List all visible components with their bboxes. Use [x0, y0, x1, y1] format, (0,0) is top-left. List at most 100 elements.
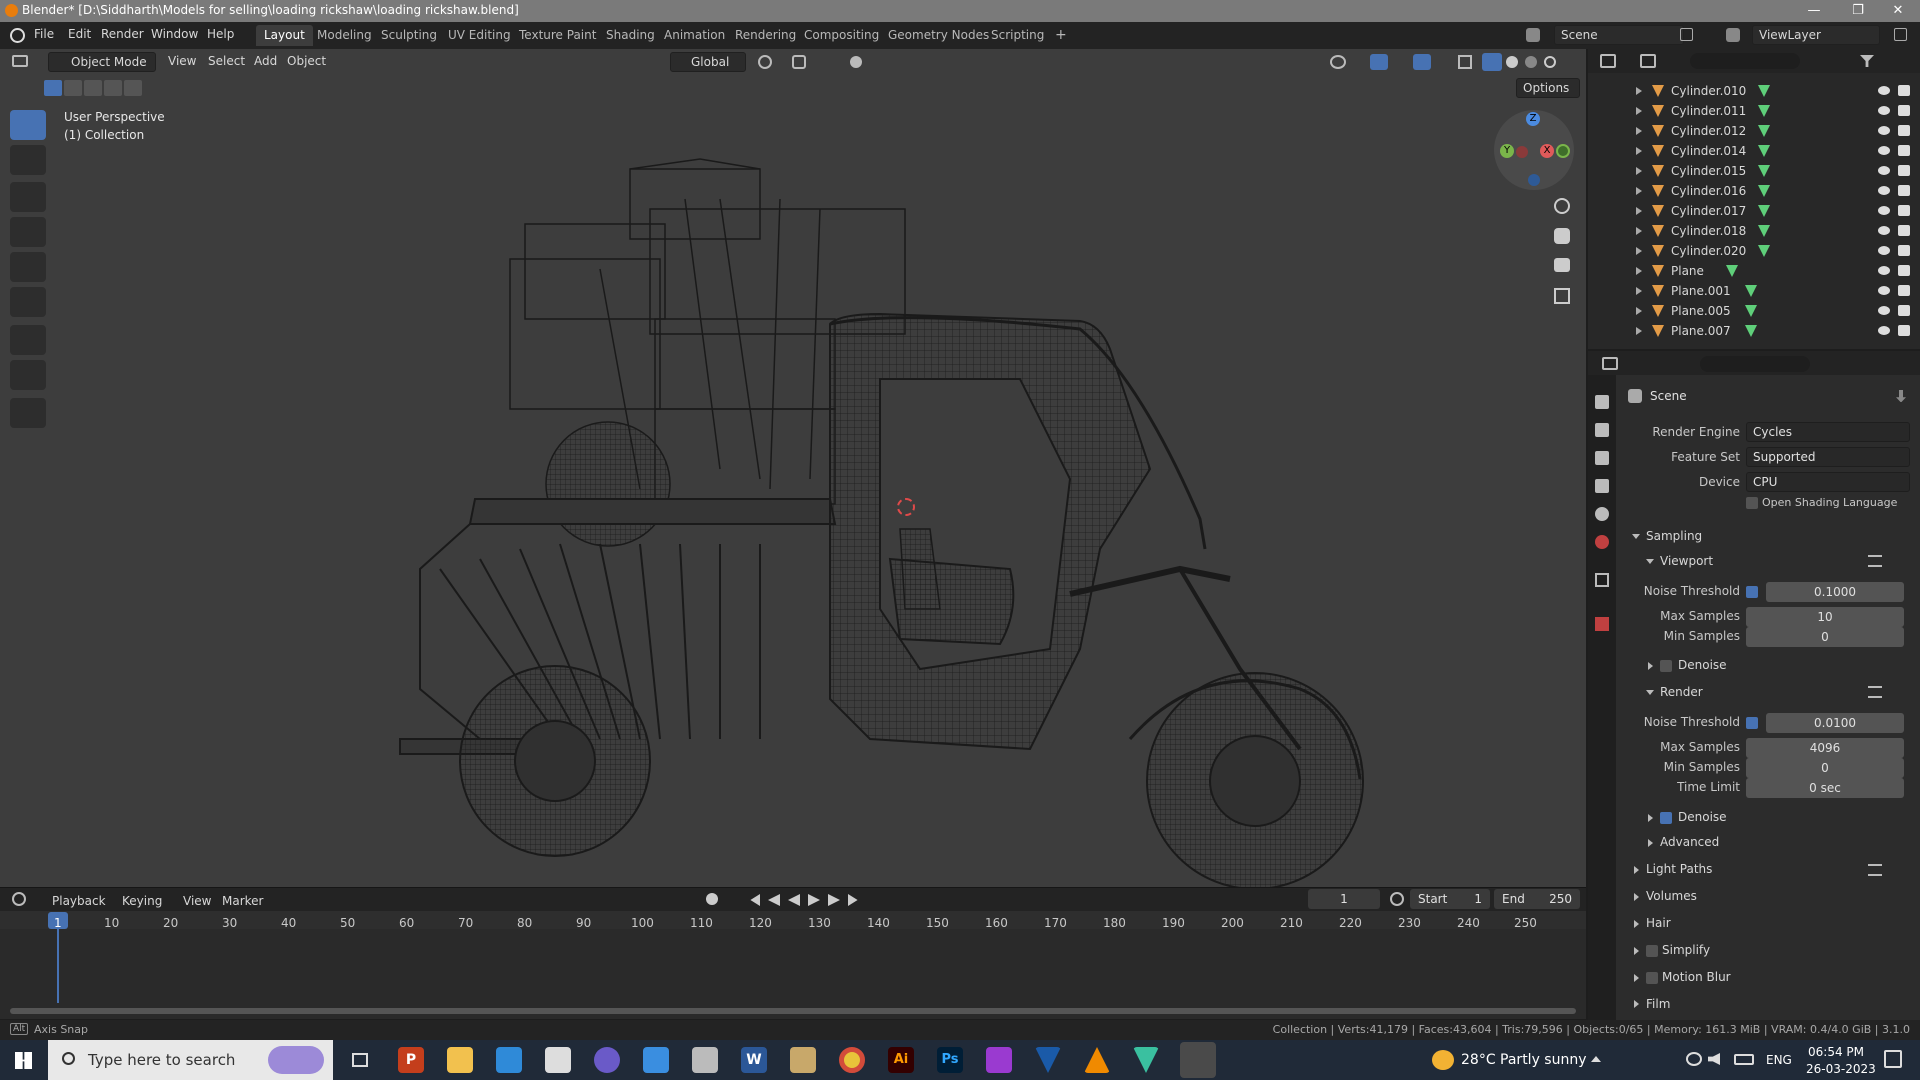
r-noise-threshold-field[interactable]: 0.0100 [1766, 713, 1904, 733]
blender-menu-icon[interactable] [10, 28, 25, 43]
tool-tab-icon[interactable] [1595, 395, 1609, 409]
gizmo-neg-y-icon[interactable] [1556, 144, 1570, 158]
osl-checkbox[interactable] [1746, 497, 1758, 509]
tab-sculpting[interactable]: Sculpting [373, 25, 445, 46]
eye-icon[interactable] [1878, 266, 1890, 275]
play-reverse-icon[interactable] [788, 894, 800, 906]
expand-chevron-icon[interactable] [1636, 267, 1642, 275]
menu-keying[interactable]: Keying [122, 894, 162, 908]
navigation-gizmo[interactable]: Z Y X [1494, 110, 1574, 190]
motion-blur-section-header[interactable]: Motion Blur [1662, 970, 1731, 984]
outliner-row[interactable]: Cylinder.015 [1588, 161, 1920, 181]
vp-min-samples-field[interactable]: 0 [1746, 627, 1904, 647]
camera-render-icon[interactable] [1898, 265, 1910, 276]
task-view-icon[interactable] [352, 1053, 368, 1067]
viewlayer-selector[interactable]: ViewLayer [1752, 25, 1880, 45]
wireframe-shading-icon[interactable] [1482, 53, 1502, 71]
advanced-section-header[interactable]: Advanced [1660, 835, 1719, 849]
next-keyframe-icon[interactable] [828, 894, 840, 906]
device-dropdown[interactable]: CPU [1746, 472, 1910, 492]
frame-start-field[interactable]: Start 1 [1410, 889, 1490, 909]
tab-geometry-nodes[interactable]: Geometry Nodes [880, 25, 997, 46]
outliner-row[interactable]: Cylinder.011 [1588, 101, 1920, 121]
word-taskbar-icon[interactable]: W [741, 1047, 767, 1073]
snap-icon[interactable] [792, 55, 806, 69]
windows-start-icon[interactable] [15, 1052, 32, 1069]
eye-icon[interactable] [1878, 326, 1890, 335]
presets-list-icon[interactable] [1868, 555, 1882, 567]
camera-render-icon[interactable] [1898, 285, 1910, 296]
options-dropdown[interactable]: Options [1516, 78, 1580, 98]
properties-search-icon[interactable] [1700, 356, 1810, 372]
menu-edit[interactable]: Edit [68, 27, 91, 41]
tab-compositing[interactable]: Compositing [796, 25, 887, 46]
close-button[interactable]: ✕ [1876, 0, 1920, 22]
outliner-row[interactable]: Plane.001 [1588, 281, 1920, 301]
eye-icon[interactable] [1878, 166, 1890, 175]
gizmo-neg-x-icon[interactable] [1516, 146, 1528, 158]
simplify-section-header[interactable]: Simplify [1662, 943, 1710, 957]
menu-timeline-view[interactable]: View [183, 894, 211, 908]
camera-render-icon[interactable] [1898, 245, 1910, 256]
transform-tool[interactable] [10, 287, 46, 317]
wifi-icon[interactable] [1686, 1052, 1702, 1066]
menu-window[interactable]: Window [151, 27, 198, 41]
annotate-tool[interactable] [10, 325, 46, 355]
r-denoise-checkbox[interactable] [1660, 812, 1672, 824]
output-tab-icon[interactable] [1595, 451, 1609, 465]
presets-list-icon[interactable] [1868, 686, 1882, 698]
mail-taskbar-icon[interactable] [496, 1047, 522, 1073]
move-tool[interactable] [10, 182, 46, 212]
expand-chevron-icon[interactable] [1636, 147, 1642, 155]
camera-render-icon[interactable] [1898, 185, 1910, 196]
select-invert-icon[interactable] [104, 80, 122, 96]
outliner-row[interactable]: Cylinder.016 [1588, 181, 1920, 201]
eye-icon[interactable] [1878, 86, 1890, 95]
eye-icon[interactable] [1878, 246, 1890, 255]
properties-editor-type-icon[interactable] [1602, 357, 1618, 370]
camera-render-icon[interactable] [1898, 145, 1910, 156]
current-frame-field[interactable]: 1 [1308, 889, 1380, 909]
eye-icon[interactable] [1878, 226, 1890, 235]
gizmo-x-label[interactable]: X [1540, 144, 1554, 158]
blender-taskbar-icon[interactable] [1180, 1042, 1216, 1078]
volumes-section-header[interactable]: Volumes [1646, 889, 1697, 903]
pan-hand-icon[interactable] [1554, 228, 1570, 244]
expand-chevron-icon[interactable] [1636, 287, 1642, 295]
r-min-samples-field[interactable]: 0 [1746, 758, 1904, 778]
presets-list-icon[interactable] [1868, 864, 1882, 876]
expand-chevron-icon[interactable] [1636, 167, 1642, 175]
tab-rendering[interactable]: Rendering [727, 25, 804, 46]
play-icon[interactable] [808, 894, 820, 906]
select-subtract-icon[interactable] [84, 80, 102, 96]
menu-select[interactable]: Select [208, 54, 245, 68]
feature-set-dropdown[interactable]: Supported [1746, 447, 1910, 467]
minimize-button[interactable]: — [1792, 0, 1836, 22]
menu-view[interactable]: View [168, 54, 196, 68]
light-paths-section-header[interactable]: Light Paths [1646, 862, 1712, 876]
camera-render-icon[interactable] [1898, 125, 1910, 136]
simplify-checkbox[interactable] [1646, 945, 1658, 957]
expand-chevron-icon[interactable] [1636, 207, 1642, 215]
eye-icon[interactable] [1878, 146, 1890, 155]
eye-icon[interactable] [1878, 106, 1890, 115]
solid-shading-icon[interactable] [1506, 56, 1518, 68]
scale-tool[interactable] [10, 252, 46, 282]
new-viewlayer-icon[interactable] [1894, 28, 1907, 41]
outliner-row[interactable]: Plane.007 [1588, 321, 1920, 341]
new-scene-icon[interactable] [1680, 28, 1693, 41]
frame-end-field[interactable]: End 250 [1494, 889, 1580, 909]
expand-chevron-icon[interactable] [1636, 327, 1642, 335]
gizmo-toggle-icon[interactable] [1370, 54, 1388, 70]
zoom-icon[interactable] [1554, 198, 1570, 214]
hair-section-header[interactable]: Hair [1646, 916, 1671, 930]
expand-chevron-icon[interactable] [1636, 127, 1642, 135]
render-subsection-header[interactable]: Render [1660, 685, 1703, 699]
tab-uv-editing[interactable]: UV Editing [440, 25, 519, 46]
tab-scripting[interactable]: Scripting [983, 25, 1052, 46]
clock-time[interactable]: 06:54 PM [1808, 1045, 1864, 1059]
r-noise-threshold-checkbox[interactable] [1746, 717, 1758, 729]
menu-playback[interactable]: Playback [52, 894, 106, 908]
record-icon[interactable] [706, 893, 718, 905]
vp-noise-threshold-checkbox[interactable] [1746, 586, 1758, 598]
